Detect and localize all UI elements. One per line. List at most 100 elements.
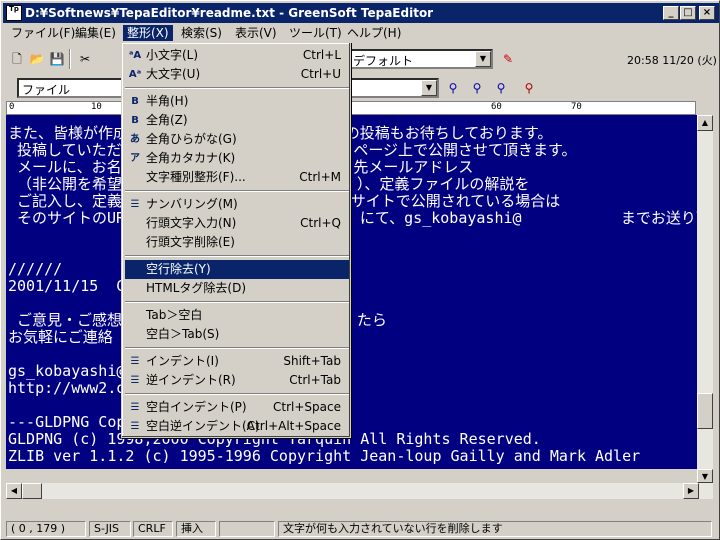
find-prev-icon[interactable]: ⚲	[493, 80, 509, 96]
menu-item-label: 空白＞Tab(S)	[146, 327, 220, 341]
find-icon[interactable]: ⚲	[445, 80, 461, 96]
menu-item-label: 全角ひらがな(G)	[146, 132, 237, 146]
format-menu-item[interactable]: B 半角(H)	[125, 92, 349, 111]
scroll-right-button[interactable]: ▶	[683, 483, 699, 499]
menu-item-shortcut: Ctrl+Tab	[289, 373, 341, 387]
format-menu-item[interactable]: HTMLタグ除去(D)	[125, 279, 349, 298]
close-button[interactable]: ×	[699, 6, 715, 20]
cut-icon[interactable]: ✂	[77, 51, 93, 67]
lowercase-icon: ᵃA	[128, 50, 142, 61]
menu-item-label: 全角(Z)	[146, 113, 188, 127]
format-menu-item[interactable]: ☰ ナンバリング(M)	[125, 195, 349, 214]
vertical-scroll-thumb[interactable]	[697, 393, 713, 429]
menu-item-shortcut: Shift+Tab	[283, 354, 341, 368]
menu-item-shortcut: Ctrl+M	[299, 170, 341, 184]
scroll-left-button[interactable]: ◀	[6, 483, 22, 499]
open-folder-icon[interactable]: 📂	[29, 51, 45, 67]
maximize-button[interactable]: □	[680, 6, 696, 20]
uppercase-icon: Aᵃ	[128, 69, 142, 80]
chevron-down-icon[interactable]: ▼	[421, 80, 437, 96]
menu-item-label: 全角カタカナ(K)	[146, 151, 236, 165]
format-menu-item[interactable]: B 全角(Z)	[125, 111, 349, 130]
menu-search[interactable]: 検索(S)	[177, 25, 226, 41]
vertical-scrollbar[interactable]: ▲	[697, 115, 713, 469]
status-message: 文字が何も入力されていない行を削除します	[278, 521, 712, 537]
chevron-down-icon[interactable]: ▼	[475, 51, 491, 67]
format-menu-item[interactable]: ☰ 空白逆インデント(A) Ctrl+Alt+Space	[125, 417, 349, 436]
minimize-button[interactable]: _	[663, 6, 679, 20]
menu-item-label: 行頭文字入力(N)	[146, 216, 237, 230]
app-icon[interactable]: Tp	[6, 5, 22, 21]
format-menu-item[interactable]: Aᵃ 大文字(U) Ctrl+U	[125, 65, 349, 84]
title-bar[interactable]: Tp D:¥Softnews¥TepaEditor¥readme.txt - G…	[3, 3, 719, 23]
menu-item-label: 逆インデント(R)	[146, 373, 236, 387]
format-menu-item[interactable]: ☰ 逆インデント(R) Ctrl+Tab	[125, 371, 349, 390]
menu-item-label: 半角(H)	[146, 94, 189, 108]
format-menu-item[interactable]: ア全角カタカナ(K)	[125, 149, 349, 168]
font-combo-value: デフォルト	[353, 54, 414, 68]
font-combo[interactable]: デフォルト ▼	[348, 49, 493, 69]
format-menu-item[interactable]: あ全角ひらがな(G)	[125, 130, 349, 149]
format-menu-item[interactable]: ☰ 空白インデント(P) Ctrl+Space	[125, 398, 349, 417]
menu-item-label: 大文字(U)	[146, 67, 201, 81]
indent-icon: ☰	[130, 356, 140, 367]
menu-bar: ファイル(F) 編集(E) 整形(X) 検索(S) 表示(V) ツール(T) ヘ…	[3, 23, 719, 43]
format-menu-item[interactable]: 行頭文字削除(E)	[125, 233, 349, 252]
menu-file[interactable]: ファイル(F)	[7, 25, 79, 41]
ruler-label: 0	[9, 102, 15, 112]
menu-item-label: ナンバリング(M)	[146, 197, 238, 211]
fullwidth-icon: B	[131, 115, 139, 126]
status-bar: ( 0 , 179 ) S-JIS CRLF 挿入 文字が何も入力されていない行…	[3, 519, 719, 539]
space-indent-icon: ☰	[130, 402, 140, 413]
format-menu-item[interactable]: 行頭文字入力(N) Ctrl+Q	[125, 214, 349, 233]
find-next-icon[interactable]: ⚲	[469, 80, 485, 96]
menu-item-label: 空白逆インデント(A)	[146, 419, 260, 433]
menu-item-shortcut: Ctrl+Q	[300, 216, 341, 230]
menu-separator	[125, 87, 349, 89]
menu-tools[interactable]: ツール(T)	[285, 25, 346, 41]
ruler-label: 60	[491, 102, 502, 112]
mode-combo-value: ファイル	[22, 83, 71, 97]
menu-view[interactable]: 表示(V)	[231, 25, 281, 41]
menu-item-label: Tab＞空白	[146, 308, 203, 322]
replace-icon[interactable]: ⚲	[521, 80, 537, 96]
hiragana-icon: あ	[130, 134, 140, 145]
scroll-down-button[interactable]: ▼	[697, 469, 713, 483]
new-file-icon[interactable]: 🗋	[9, 51, 25, 67]
menu-separator	[125, 393, 349, 395]
format-menu-dropdown: ᵃA 小文字(L) Ctrl+L Aᵃ 大文字(U) Ctrl+U B 半角(H) B 全角(Z)…	[121, 42, 351, 438]
unindent-icon: ☰	[130, 375, 140, 386]
brush-icon[interactable]: ✎	[500, 51, 516, 67]
menu-item-shortcut: Ctrl+U	[300, 67, 341, 81]
toolbar-separator	[69, 49, 71, 69]
menu-item-label: 空白インデント(P)	[146, 400, 247, 414]
horizontal-scroll-thumb[interactable]	[22, 483, 42, 499]
toolbar: 🗋 📂 💾 ✂ デフォルト ▼ ✎ 20:58 11/20 (火)	[3, 45, 719, 73]
menu-help[interactable]: ヘルプ(H)	[343, 25, 405, 41]
editor-line: http://www2.of	[8, 379, 135, 397]
menu-separator	[125, 301, 349, 303]
halfwidth-icon: B	[131, 96, 139, 107]
clock-display: 20:58 11/20 (火)	[627, 54, 717, 67]
text-editor[interactable]: また、皆様が作成 の投稿もお待ちしております。 投稿していただけ ページ上で公開…	[6, 115, 697, 469]
menu-format[interactable]: 整形(X)	[123, 25, 173, 41]
search-toolbar: ファイル ▼ ⚲ ⚲ ⚲ ⚲	[3, 75, 719, 101]
menu-item-label: 小文字(L)	[146, 48, 199, 62]
format-menu-item[interactable]: 空行除去(Y)	[125, 260, 349, 279]
menu-separator	[125, 255, 349, 257]
format-menu-item[interactable]: ☰ インデント(I) Shift+Tab	[125, 352, 349, 371]
format-menu-item[interactable]: Tab＞空白	[125, 306, 349, 325]
editor-line: 2001/11/15 Gr	[8, 277, 135, 295]
save-icon[interactable]: 💾	[49, 51, 65, 67]
horizontal-scrollbar[interactable]: ◀ ▶	[6, 483, 713, 499]
menu-item-shortcut: Ctrl+Alt+Space	[246, 419, 341, 433]
format-menu-item[interactable]: 空白＞Tab(S)	[125, 325, 349, 344]
menu-item-shortcut: Ctrl+L	[302, 48, 341, 62]
encoding-indicator: S-JIS	[89, 521, 131, 537]
scroll-corner: ▼	[697, 469, 713, 483]
format-menu-item[interactable]: ᵃA 小文字(L) Ctrl+L	[125, 46, 349, 65]
scroll-up-button[interactable]: ▲	[697, 115, 713, 131]
format-menu-item[interactable]: 文字種別整形(F)... Ctrl+M	[125, 168, 349, 187]
menu-item-label: 空行除去(Y)	[146, 262, 211, 276]
menu-edit[interactable]: 編集(E)	[71, 25, 120, 41]
